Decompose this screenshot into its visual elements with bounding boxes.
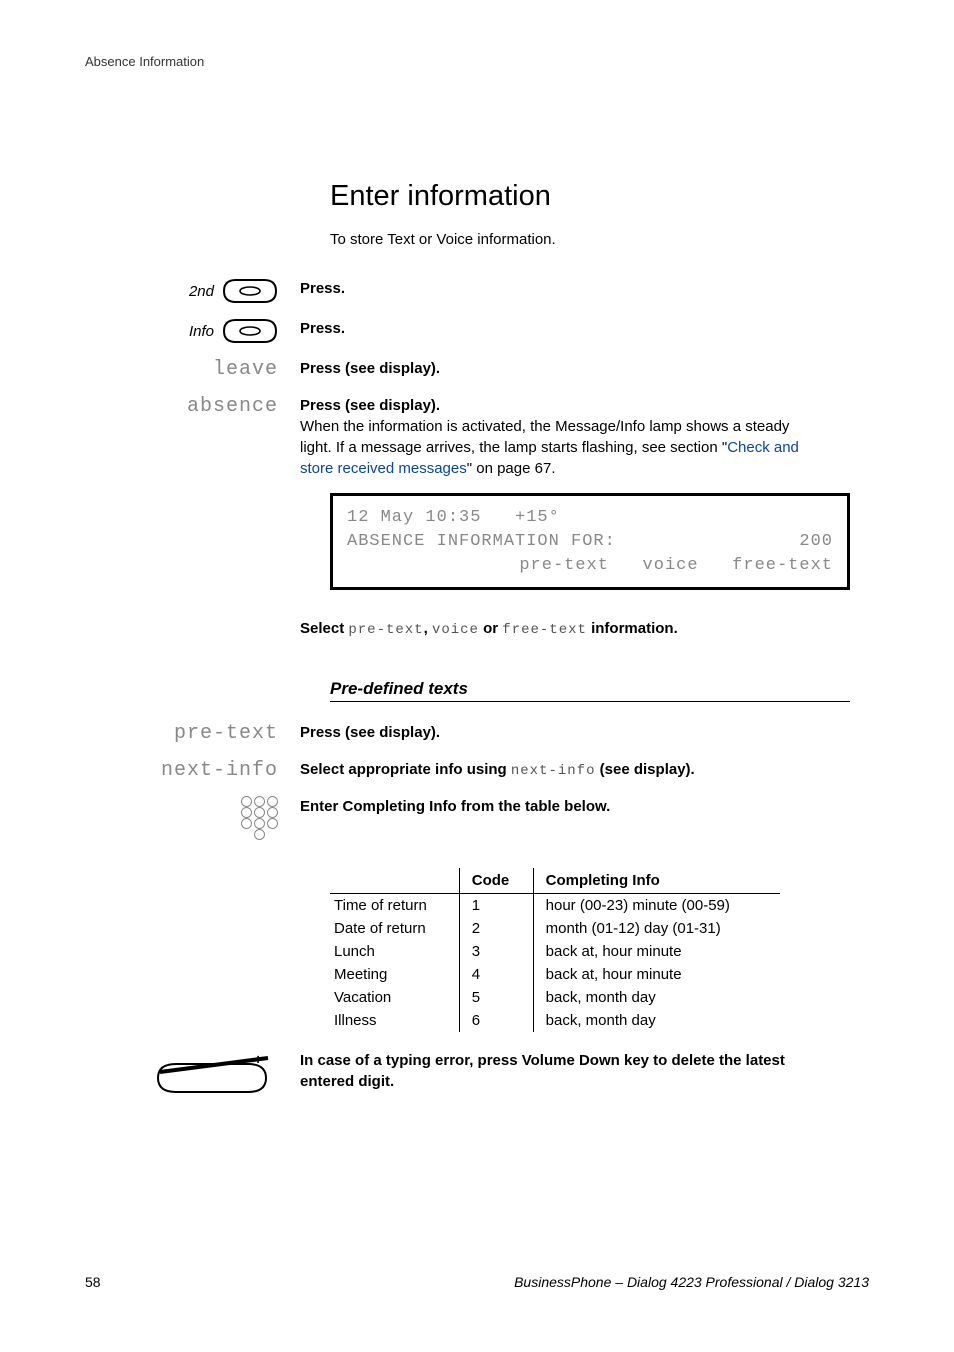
- doc-title: BusinessPhone – Dialog 4223 Professional…: [514, 1274, 869, 1290]
- table-row: Date of return2month (01-12) day (01-31): [330, 917, 780, 940]
- keypad-icon: [241, 796, 278, 840]
- th-info: Completing Info: [533, 868, 780, 894]
- th-code: Code: [459, 868, 533, 894]
- action-enter-info: Enter Completing Info from the table bel…: [300, 798, 610, 815]
- table-row: Illness6back, month day: [330, 1009, 780, 1032]
- label-absence: absence: [187, 395, 278, 418]
- mono-pretext: pre-text: [348, 622, 423, 638]
- step-pretext: pre-text Press (see display).: [0, 722, 954, 745]
- page-title: Enter information: [330, 180, 954, 213]
- mono-nextinfo: next-info: [511, 763, 596, 779]
- step-nextinfo: next-info Select appropriate info using …: [0, 759, 954, 782]
- page-footer: 58 BusinessPhone – Dialog 4223 Professio…: [85, 1274, 869, 1290]
- nextinfo-b: (see display).: [596, 761, 695, 778]
- table-row: Lunch3back at, hour minute: [330, 940, 780, 963]
- step-absence: absence Press (see display). When the in…: [0, 395, 954, 479]
- button-icon: [222, 318, 278, 344]
- table-row: Vacation5back, month day: [330, 986, 780, 1009]
- select-info-line: Select pre-text, voice or free-text info…: [0, 618, 954, 641]
- action-press-display: Press (see display).: [300, 724, 440, 741]
- display-line-2: ABSENCE INFORMATION FOR:200: [347, 530, 833, 554]
- svg-text:+: +: [254, 1051, 262, 1067]
- label-pretext: pre-text: [174, 722, 278, 745]
- action-press: Press.: [300, 280, 345, 297]
- table-header-row: Code Completing Info: [330, 868, 780, 894]
- button-icon: [222, 278, 278, 304]
- volume-key-icon: − +: [148, 1050, 278, 1100]
- action-press-display: Press (see display).: [300, 360, 440, 377]
- select-label: Select: [300, 620, 348, 637]
- page-number: 58: [85, 1274, 101, 1290]
- page-header: Absence Information: [85, 54, 204, 69]
- intro-text: To store Text or Voice information.: [330, 231, 954, 248]
- label-info: Info: [189, 323, 214, 340]
- label-leave: leave: [213, 358, 278, 381]
- subhead-predefined: Pre-defined texts: [330, 679, 850, 702]
- table-row: Time of return1hour (00-23) minute (00-5…: [330, 893, 780, 917]
- table-row: Meeting4back at, hour minute: [330, 963, 780, 986]
- display-line-3: pre-text voice free-text: [347, 554, 833, 578]
- display-line-1: 12 May 10:35 +15°: [347, 506, 833, 530]
- codes-table: Code Completing Info Time of return1hour…: [330, 868, 780, 1032]
- svg-text:−: −: [166, 1063, 174, 1079]
- mono-freetext: free-text: [502, 622, 587, 638]
- action-press-display: Press (see display).: [300, 397, 440, 414]
- volume-note: In case of a typing error, press Volume …: [300, 1052, 785, 1090]
- action-press: Press.: [300, 320, 345, 337]
- absence-desc-a: When the information is activated, the M…: [300, 418, 789, 456]
- step-info: Info Press.: [0, 318, 954, 344]
- step-volume: − + In case of a typing error, press Vol…: [0, 1050, 954, 1100]
- mono-voice: voice: [432, 622, 479, 638]
- nextinfo-a: Select appropriate info using: [300, 761, 511, 778]
- label-2nd: 2nd: [189, 283, 214, 300]
- step-leave: leave Press (see display).: [0, 358, 954, 381]
- th-blank: [330, 868, 459, 894]
- label-nextinfo: next-info: [161, 759, 278, 782]
- phone-display: 12 May 10:35 +15° ABSENCE INFORMATION FO…: [330, 493, 850, 590]
- absence-desc-b: " on page 67.: [467, 460, 556, 477]
- step-2nd: 2nd Press.: [0, 278, 954, 304]
- step-keypad: Enter Completing Info from the table bel…: [0, 796, 954, 840]
